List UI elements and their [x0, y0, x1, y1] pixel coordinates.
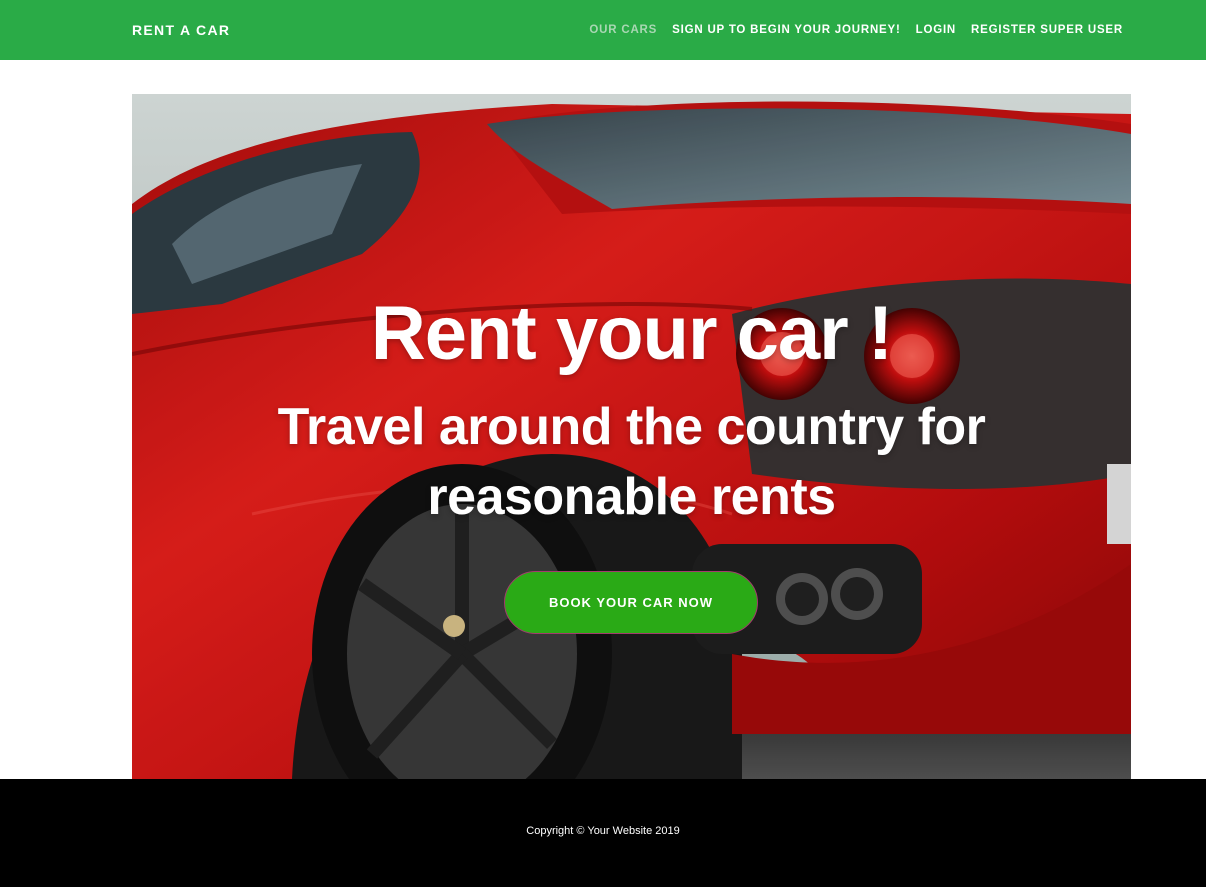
nav-link-our-cars[interactable]: OUR CARS [589, 24, 657, 36]
hero-section: Rent your car ! Travel around the countr… [132, 94, 1131, 779]
hero-subtitle: Travel around the country for reasonable… [277, 398, 986, 526]
book-your-car-now-button[interactable]: BOOK YOUR CAR NOW [504, 571, 758, 634]
nav-link-sign-up[interactable]: SIGN UP TO BEGIN YOUR JOURNEY! [672, 24, 900, 36]
hero-title: Rent your car ! [370, 291, 893, 376]
nav-link-register-super-user[interactable]: REGISTER SUPER USER [971, 24, 1123, 36]
nav-menu: OUR CARS SIGN UP TO BEGIN YOUR JOURNEY! … [589, 24, 1123, 36]
brand-logo-link[interactable]: RENT A CAR [132, 22, 230, 38]
footer: Copyright © Your Website 2019 [0, 779, 1206, 887]
navbar: RENT A CAR OUR CARS SIGN UP TO BEGIN YOU… [0, 0, 1206, 60]
copyright-text: Copyright © Your Website 2019 [526, 825, 680, 837]
nav-link-login[interactable]: LOGIN [916, 24, 956, 36]
